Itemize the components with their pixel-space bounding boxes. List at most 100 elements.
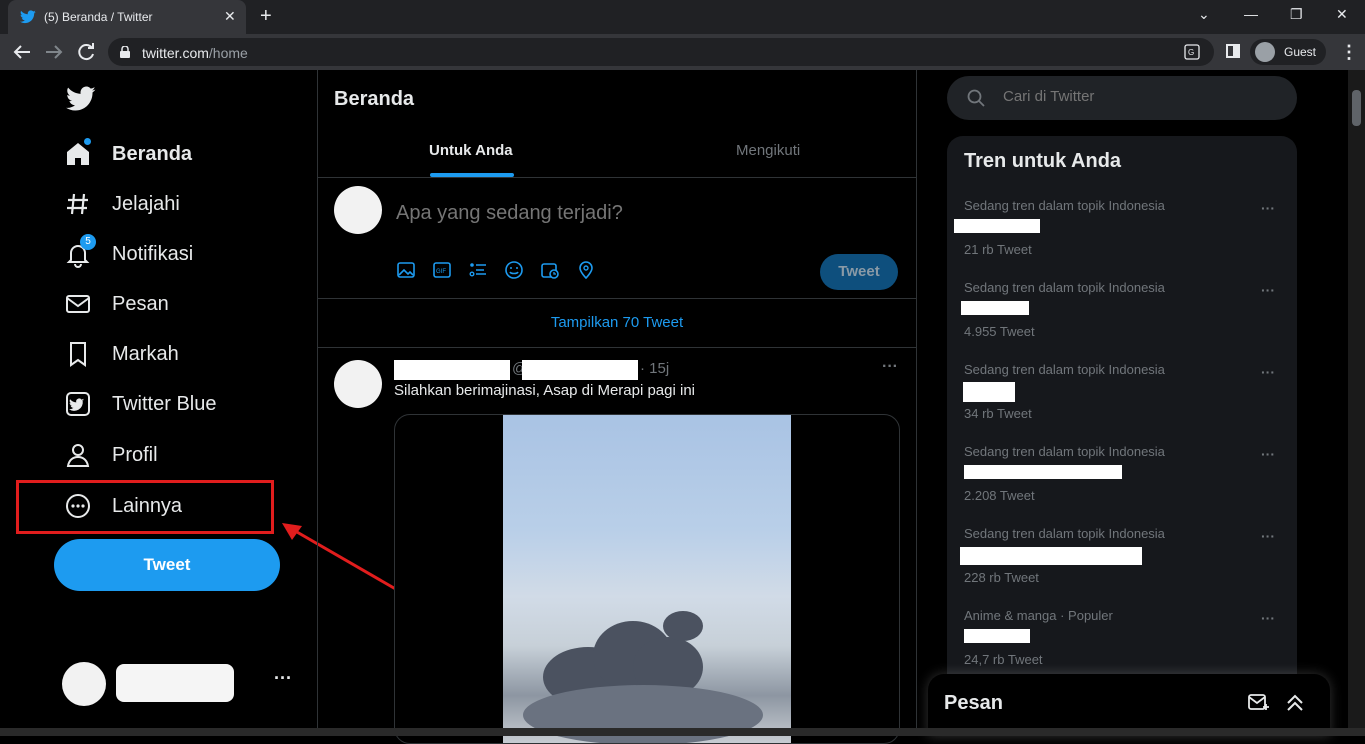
bookmark-icon xyxy=(64,340,92,368)
trend-name-redacted xyxy=(961,301,1029,315)
browser-tab-title: (5) Beranda / Twitter xyxy=(44,10,153,24)
right-sidebar: Tren untuk Anda Sedang tren dalam topik … xyxy=(917,70,1347,736)
trend-item[interactable]: Sedang tren dalam topik Indonesia 4.955 … xyxy=(947,280,1297,362)
compose-input[interactable] xyxy=(396,202,876,225)
trend-name-redacted xyxy=(954,219,1040,233)
account-switcher[interactable]: ··· xyxy=(60,658,300,708)
tab-search-icon[interactable]: ⌄ xyxy=(1198,6,1210,23)
browser-toolbar: twitter.com/home G Guest ⋮ xyxy=(0,34,1365,70)
messages-drawer[interactable]: Pesan xyxy=(928,674,1330,736)
trends-panel: Tren untuk Anda Sedang tren dalam topik … xyxy=(947,136,1297,736)
trend-more-icon[interactable]: ··· xyxy=(1261,528,1275,544)
restore-window-button[interactable]: ❐ xyxy=(1290,6,1303,23)
nav-item-twitter-blue[interactable]: Twitter Blue xyxy=(64,384,216,424)
browser-tab-bar: (5) Beranda / Twitter ✕ + ⌄ — ❐ ✕ xyxy=(0,0,1365,34)
trend-more-icon[interactable]: ··· xyxy=(1261,200,1275,216)
trend-item[interactable]: Sedang tren dalam topik Indonesia 21 rb … xyxy=(947,198,1297,280)
nav-item-markah[interactable]: Markah xyxy=(64,334,179,374)
trend-more-icon[interactable]: ··· xyxy=(1261,446,1275,462)
nav-item-pesan[interactable]: Pesan xyxy=(64,284,169,324)
tweet-button[interactable]: Tweet xyxy=(54,539,280,591)
compose-tweet-button[interactable]: Tweet xyxy=(820,254,898,290)
nav-item-profil[interactable]: Profil xyxy=(64,435,158,475)
trend-item[interactable]: Sedang tren dalam topik Indonesia 34 rb … xyxy=(947,362,1297,444)
nav-item-notifikasi[interactable]: 5 Notifikasi xyxy=(64,234,193,274)
side-panel-icon[interactable] xyxy=(1226,44,1240,58)
twitter-bird-icon xyxy=(20,10,36,24)
annotation-highlight-box xyxy=(16,480,274,534)
account-avatar xyxy=(62,662,106,706)
tweet-media[interactable] xyxy=(394,414,900,744)
poll-icon[interactable] xyxy=(468,260,488,280)
tweet-author-handle-redacted[interactable] xyxy=(522,360,638,380)
emoji-icon[interactable] xyxy=(504,260,524,280)
browser-tab[interactable]: (5) Beranda / Twitter ✕ xyxy=(8,0,246,34)
trend-more-icon[interactable]: ··· xyxy=(1261,282,1275,298)
tweet-card[interactable]: @ · 15j ··· Silahkan berimajinasi, Asap … xyxy=(318,348,916,744)
trend-item[interactable]: Sedang tren dalam topik Indonesia 228 rb… xyxy=(947,526,1297,608)
trend-category: Sedang tren dalam topik Indonesia xyxy=(964,198,1165,213)
search-icon xyxy=(967,89,985,107)
twitter-blue-icon xyxy=(64,390,92,418)
forward-icon[interactable] xyxy=(42,40,66,64)
page-scrollbar[interactable] xyxy=(1348,70,1365,728)
url-text: twitter.com/home xyxy=(142,45,248,61)
search-input[interactable] xyxy=(1003,88,1283,105)
notification-badge: 5 xyxy=(80,234,96,250)
trend-name-redacted xyxy=(964,465,1122,479)
url-path: /home xyxy=(208,45,248,61)
trend-count: 34 rb Tweet xyxy=(964,406,1032,421)
image-icon[interactable] xyxy=(396,260,416,280)
new-message-icon[interactable] xyxy=(1248,692,1270,712)
timeline-tabs: Untuk Anda Mengikuti xyxy=(318,126,916,178)
show-new-tweets-link[interactable]: Tampilkan 70 Tweet xyxy=(318,299,916,348)
expand-drawer-icon[interactable] xyxy=(1284,692,1306,714)
tab-mengikuti[interactable]: Mengikuti xyxy=(736,126,800,178)
person-icon xyxy=(64,441,92,469)
nav-item-label: Profil xyxy=(112,443,158,466)
scrollbar-thumb[interactable] xyxy=(1352,90,1361,126)
trend-count: 21 rb Tweet xyxy=(964,242,1032,257)
tweet-more-icon[interactable]: ··· xyxy=(882,358,898,376)
trend-category: Sedang tren dalam topik Indonesia xyxy=(964,362,1165,377)
url-domain: twitter.com xyxy=(142,45,209,61)
search-box[interactable] xyxy=(947,76,1297,120)
tweet-text: Silahkan berimajinasi, Asap di Merapi pa… xyxy=(394,382,695,399)
minimize-window-button[interactable]: — xyxy=(1244,6,1258,22)
trend-more-icon[interactable]: ··· xyxy=(1261,610,1275,626)
trend-category: Sedang tren dalam topik Indonesia xyxy=(964,280,1165,295)
nav-item-beranda[interactable]: Beranda xyxy=(64,134,192,174)
bell-icon: 5 xyxy=(64,234,96,268)
bottom-bar xyxy=(0,728,1365,736)
close-tab-icon[interactable]: ✕ xyxy=(224,8,236,25)
back-icon[interactable] xyxy=(10,40,34,64)
address-bar[interactable]: twitter.com/home G xyxy=(108,38,1214,66)
schedule-icon[interactable] xyxy=(540,260,560,280)
nav-item-jelajahi[interactable]: Jelajahi xyxy=(64,184,180,224)
trend-count: 228 rb Tweet xyxy=(964,570,1039,585)
tweet-author-name-redacted[interactable] xyxy=(394,360,510,380)
tweet-author-avatar[interactable] xyxy=(334,360,382,408)
location-icon[interactable] xyxy=(576,260,596,280)
page-title: Beranda xyxy=(334,88,415,110)
profile-guest-button[interactable]: Guest xyxy=(1250,39,1326,65)
messages-drawer-title: Pesan xyxy=(944,692,1003,714)
tab-untuk-anda[interactable]: Untuk Anda xyxy=(429,126,513,178)
new-tab-button[interactable]: + xyxy=(260,6,272,26)
browser-menu-icon[interactable]: ⋮ xyxy=(1340,42,1358,63)
close-window-button[interactable]: ✕ xyxy=(1336,6,1348,23)
account-more-icon[interactable]: ··· xyxy=(274,668,292,689)
trend-item[interactable]: Sedang tren dalam topik Indonesia 2.208 … xyxy=(947,444,1297,526)
gif-icon[interactable]: GIF xyxy=(432,260,452,280)
trend-more-icon[interactable]: ··· xyxy=(1261,364,1275,380)
nav-item-label: Twitter Blue xyxy=(112,392,217,415)
translate-icon[interactable]: G xyxy=(1184,44,1200,60)
lock-icon[interactable] xyxy=(120,46,130,58)
trends-title: Tren untuk Anda xyxy=(964,150,1122,172)
reload-icon[interactable] xyxy=(74,40,98,64)
guest-label: Guest xyxy=(1284,45,1317,59)
tweet-timestamp[interactable]: · 15j xyxy=(640,360,669,377)
compose-avatar[interactable] xyxy=(334,186,382,234)
trend-count: 2.208 Tweet xyxy=(964,488,1035,503)
twitter-logo-icon[interactable] xyxy=(66,86,96,112)
